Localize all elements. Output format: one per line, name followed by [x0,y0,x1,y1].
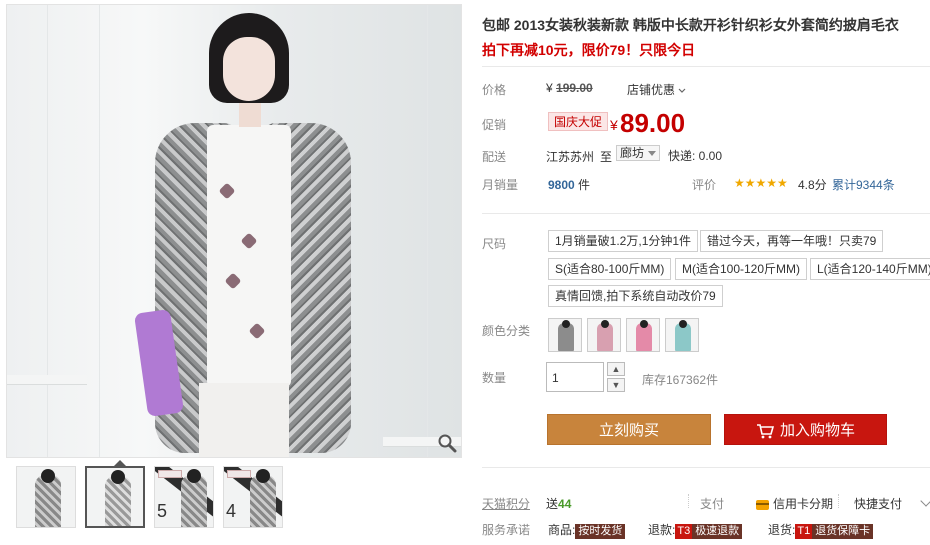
chevron-down-icon [678,88,686,93]
promo-label: 促销 [482,118,507,132]
sales-count: 9800 [548,178,575,192]
wall-panel [47,5,48,457]
quantity-increase-button[interactable]: ▲ [607,362,625,376]
rating-label: 评价 [692,178,717,192]
points-value: 44 [558,497,572,511]
destination-select[interactable]: 廊坊 [616,145,660,161]
credit-installment-label: 信用卡分期 [773,497,834,511]
thumbnail-3[interactable]: 5 [154,466,214,528]
zoom-magnifier-icon[interactable] [437,433,457,453]
shipping-label: 配送 [482,150,507,164]
payment-label: 支付 [700,497,725,511]
chevron-down-icon[interactable] [920,495,930,507]
divider [482,213,930,214]
buy-now-button[interactable]: 立刻购买 [547,414,711,445]
stock-count: 库存167362件 [642,373,719,387]
wall-molding [7,375,87,385]
wall-panel [377,5,378,457]
add-to-cart-button[interactable]: 加入购物车 [724,414,887,445]
model-figure [133,5,357,457]
main-product-image[interactable] [6,4,462,458]
wall-panel [427,5,428,457]
size-option-s[interactable]: S(适合80-100斤MM) [548,258,672,280]
chevron-down-icon [648,151,656,156]
quick-pay[interactable]: 快捷支付 [854,495,902,512]
color-swatch-3[interactable] [626,318,660,352]
ontime-delivery-tag: 按时发货 [575,524,626,539]
refund-label: 退款: [648,523,676,537]
ship-from: 江苏苏州 [546,150,595,164]
divider [482,467,930,468]
blouse [207,125,291,387]
divider [482,66,930,67]
points-prefix: 送 [546,497,559,511]
product-subtitle: 拍下再减10元，限价79！只限今日 [482,42,696,58]
thumbnail-2[interactable] [85,466,145,528]
color-swatch-2[interactable] [587,318,621,352]
size-option[interactable]: 错过今天，再等一年哦！只卖79 [700,230,884,252]
shop-discount-dropdown[interactable]: 店铺优惠 [627,81,686,98]
tmall-points-label[interactable]: 天猫积分 [482,495,530,512]
size-option-l[interactable]: L(适合120-140斤MM) [810,258,930,280]
separator [688,494,689,508]
thumbnail-4[interactable]: 4 [223,466,283,528]
service-return[interactable]: 退货: T1 退货保障卡 [768,521,874,539]
shop-discount-label: 店铺优惠 [627,83,676,97]
goods-label: 商品: [548,523,576,537]
jeans [199,383,289,457]
ship-to-word: 至 [600,150,613,164]
return-code-tag: T1 [795,524,813,539]
size-label: 尺码 [482,237,507,251]
destination-value: 廊坊 [620,146,645,160]
monthly-sales-label: 月销量 [482,178,519,192]
quantity-input[interactable]: 1 [546,362,604,392]
service-refund[interactable]: 退款: T3 极速退款 [648,521,743,539]
size-option[interactable]: 真情回馈,拍下系统自动改价79 [548,285,723,307]
fast-refund-tag: 极速退款 [692,524,743,539]
promo-badge: 国庆大促 [548,112,609,131]
color-label: 颜色分类 [482,324,531,338]
color-swatch-4[interactable] [665,318,699,352]
promo-price: 89.00 [620,108,686,138]
face [223,37,275,101]
return-guarantee-tag: 退货保障卡 [812,524,874,539]
quantity-decrease-button[interactable]: ▼ [607,378,625,392]
express-fee: 快递: 0.00 [668,149,723,163]
wall-panel [99,5,100,457]
price-label: 价格 [482,83,507,97]
review-count-link[interactable]: 累计9344条 [832,176,895,193]
sales-unit: 件 [578,178,591,192]
rating-stars-icon: ★★★★★ [734,176,788,190]
quantity-label: 数量 [482,371,507,385]
size-option[interactable]: 1月销量破1.2万,1分钟1件 [548,230,699,252]
credit-installment[interactable]: 信用卡分期 [756,495,833,512]
size-option-m[interactable]: M(适合100-120斤MM) [675,258,808,280]
product-info-panel: 包邮 2013女装秋装新款 韩版中长款开衫针织衫女外套简约披肩毛衣 拍下再减10… [482,0,930,545]
shopping-cart-icon [756,424,774,439]
original-price: ¥ 199.00 [546,81,593,95]
service-label: 服务承诺 [482,523,531,537]
thumbnail-1[interactable] [16,466,76,528]
credit-card-icon [756,499,769,510]
rating-score: 4.8分 [798,178,827,192]
currency-symbol: ¥ [546,81,553,95]
add-to-cart-label: 加入购物车 [779,422,855,439]
original-price-value: 199.00 [556,81,593,95]
points-reward: 送44 [546,495,571,512]
separator [838,494,839,508]
return-label: 退货: [768,523,796,537]
promo-currency: ¥ [610,117,618,133]
monthly-sales: 9800 件 [548,176,590,193]
service-goods[interactable]: 商品: 按时发货 [548,521,626,539]
refund-code-tag: T3 [675,524,693,539]
color-swatch-1[interactable] [548,318,582,352]
product-title: 包邮 2013女装秋装新款 韩版中长款开衫针织衫女外套简约披肩毛衣 [482,17,899,33]
